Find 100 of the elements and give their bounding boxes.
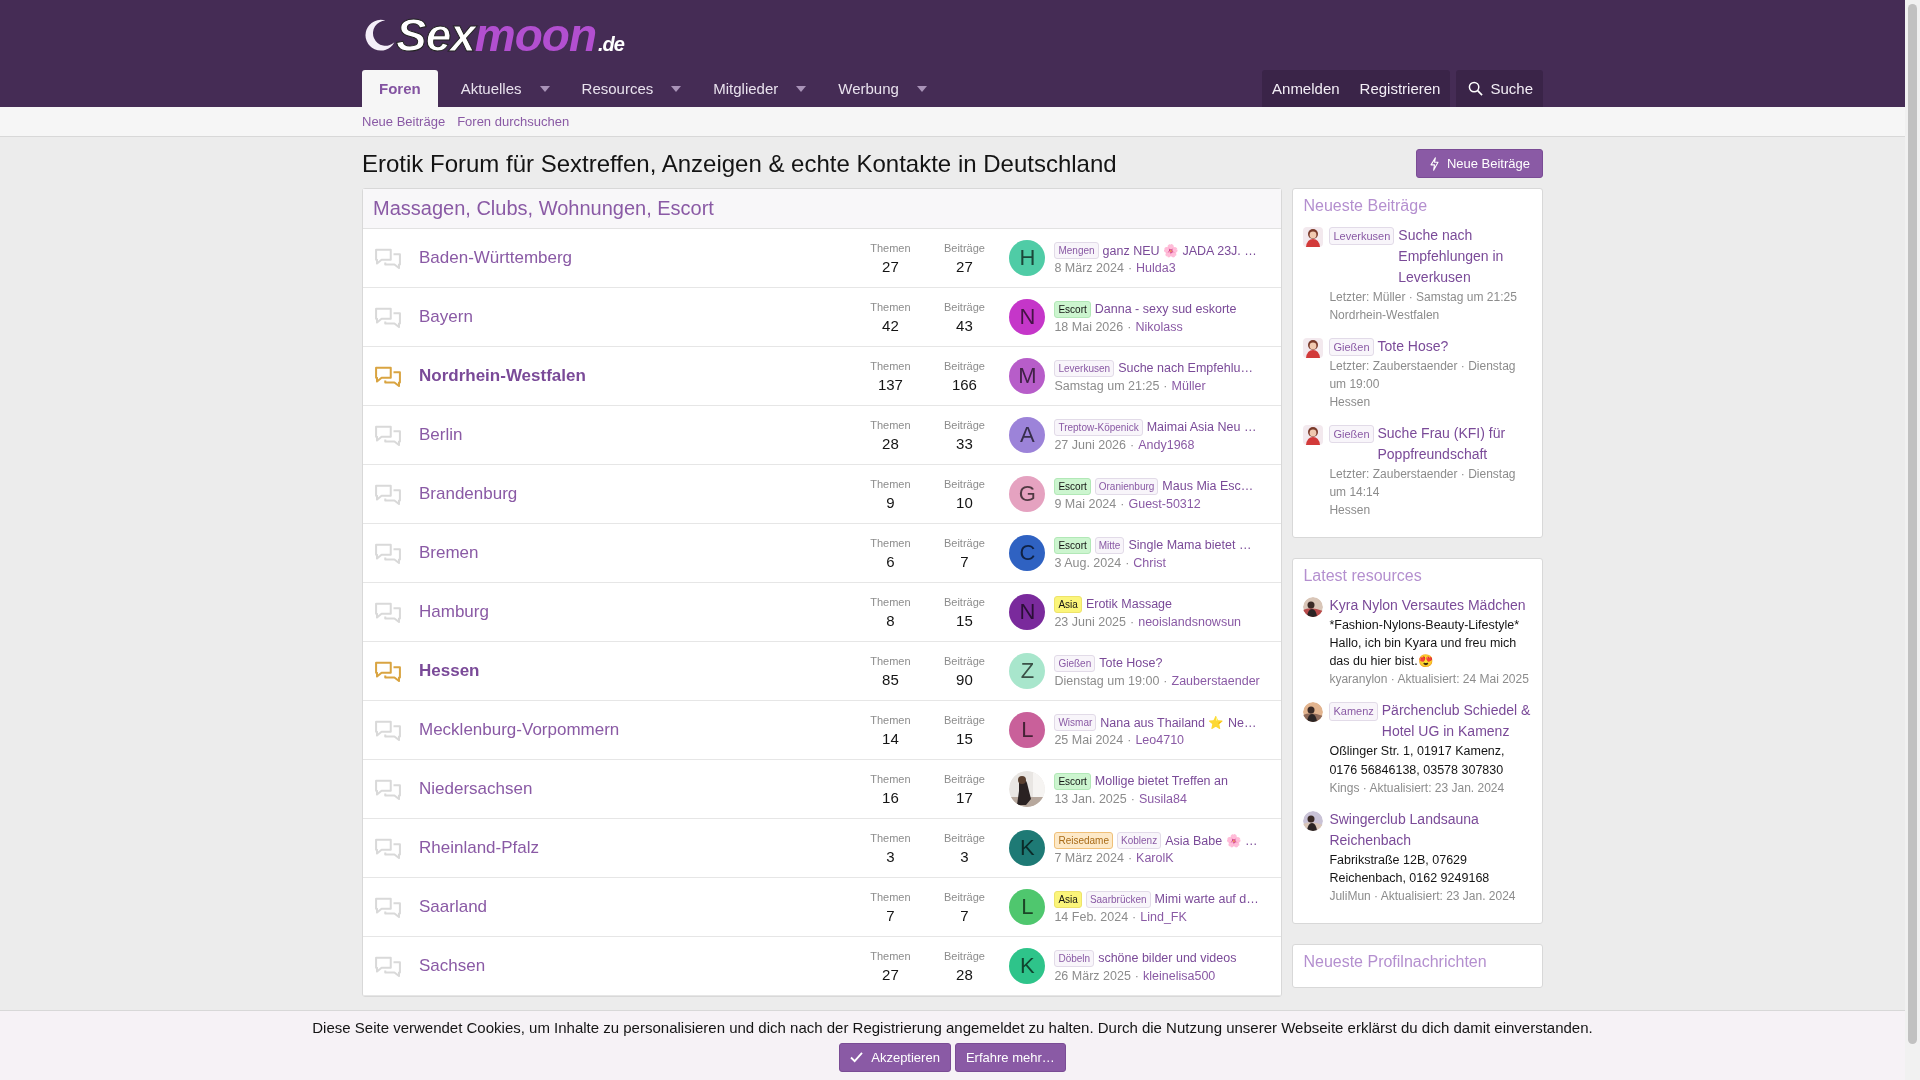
thread-tag[interactable]: Reisedame	[1054, 831, 1113, 849]
user-avatar[interactable]: L	[1009, 712, 1046, 748]
user-link[interactable]: Zauberstaender	[1171, 673, 1260, 688]
user-link[interactable]: Andy1968	[1138, 437, 1195, 452]
user-avatar[interactable]: A	[1009, 417, 1046, 453]
thread-tag[interactable]: Gießen	[1329, 425, 1374, 444]
thread-link[interactable]: Danna - sexy sud eskorte	[1094, 302, 1237, 316]
subnav-link[interactable]: Foren durchsuchen	[457, 114, 570, 129]
user-link[interactable]: Müller	[1171, 378, 1206, 393]
thread-tag[interactable]: Leverkusen	[1054, 359, 1115, 377]
widget-title[interactable]: Neueste Beiträge	[1303, 197, 1532, 215]
thread-link[interactable]: schöne bilder und videos	[1098, 951, 1237, 965]
thread-link[interactable]: Nana aus Thailand ⭐ Ne…	[1100, 714, 1257, 730]
thread-tag[interactable]: Döbeln	[1054, 949, 1095, 967]
thread-link[interactable]: Tote Hose?	[1099, 656, 1163, 670]
forum-link[interactable]: Hessen	[1329, 393, 1532, 411]
subnav-link[interactable]: Neue Beiträge	[362, 114, 446, 129]
user-avatar[interactable]: C	[1009, 535, 1046, 571]
thread-link[interactable]: Maus Mia Esc…	[1162, 479, 1254, 493]
resource-link[interactable]: Kyra Nylon Versautes Mädchen	[1329, 595, 1526, 616]
forum-link[interactable]: Bremen	[419, 543, 854, 563]
forum-link[interactable]: Saarland	[419, 897, 854, 917]
user-avatar[interactable]: L	[1009, 889, 1046, 925]
user-link[interactable]: Hulda3	[1136, 260, 1176, 275]
thread-link[interactable]: Suche Frau (KFI) für Poppfreundschaft	[1377, 423, 1532, 465]
user-link[interactable]: Christ	[1133, 555, 1166, 570]
thread-tag[interactable]: Asia	[1054, 595, 1082, 613]
user-link[interactable]: Guest-50312	[1128, 496, 1201, 511]
thread-tag[interactable]: Mengen	[1054, 241, 1099, 259]
thread-tag[interactable]: Escort	[1054, 536, 1091, 554]
separator-dot: ·	[1163, 673, 1168, 688]
scrollbar[interactable]	[1905, 0, 1920, 1080]
thread-tag[interactable]: Treptow-Köpenick	[1054, 418, 1143, 436]
thread-tag[interactable]: Mitte	[1094, 536, 1125, 554]
forum-link[interactable]: Hessen	[419, 661, 854, 681]
thread-link[interactable]: Asia Babe 🌸 …	[1165, 832, 1258, 848]
user-link[interactable]: Susila84	[1138, 791, 1187, 806]
user-avatar[interactable]: G	[1009, 476, 1046, 512]
thread-tag[interactable]: Asia	[1054, 890, 1082, 908]
thread-link[interactable]: Suche nach Empfehlungen in Leverkusen	[1398, 225, 1532, 288]
user-avatar[interactable]: M	[1009, 358, 1046, 394]
new-posts-button[interactable]: Neue Beiträge	[1415, 149, 1543, 178]
thread-link[interactable]: Single Mama bietet …	[1128, 538, 1252, 552]
forum-link[interactable]: Bayern	[419, 307, 854, 327]
forum-link[interactable]: Nordrhein-Westfalen	[419, 366, 854, 386]
thread-link[interactable]: Erotik Massage	[1085, 597, 1173, 611]
forum-link[interactable]: Niedersachsen	[419, 779, 854, 799]
user-link[interactable]: Nikolass	[1135, 319, 1183, 334]
thread-tag[interactable]: Saarbrücken	[1085, 890, 1151, 908]
thread-link[interactable]: Mollige bietet Treffen an	[1094, 774, 1228, 788]
widget-title[interactable]: Latest resources	[1303, 567, 1532, 585]
account-link[interactable]: Registrieren	[1349, 70, 1451, 107]
user-link[interactable]: neoislandsnowsun	[1138, 614, 1242, 629]
resource-link[interactable]: Swingerclub Landsauna Reichenbach	[1329, 808, 1532, 851]
resource-link[interactable]: Pärchenclub Schiedel & Hotel UG in Kamenz	[1381, 700, 1532, 743]
forum-link[interactable]: Berlin	[419, 425, 854, 445]
user-avatar[interactable]: K	[1009, 948, 1046, 984]
thread-tag[interactable]: Escort	[1054, 772, 1091, 790]
thread-tag[interactable]: Oranienburg	[1094, 477, 1159, 495]
user-link[interactable]: Lind_FK	[1140, 909, 1187, 924]
nav-tab[interactable]: Aktuelles	[445, 70, 567, 107]
forum-link[interactable]: Brandenburg	[419, 484, 854, 504]
thread-link[interactable]: Maimai Asia Neu …	[1146, 420, 1257, 434]
user-link[interactable]: KarolK	[1136, 850, 1174, 865]
forum-link[interactable]: Nordrhein-Westfalen	[1329, 306, 1532, 324]
forum-link[interactable]: Sachsen	[419, 956, 854, 976]
thread-tag[interactable]: Koblenz	[1117, 831, 1162, 849]
scrollbar-thumb[interactable]	[1908, 4, 1917, 1044]
thread-link[interactable]: Mimi warte auf d…	[1154, 892, 1259, 906]
learn-more-button[interactable]: Erfahre mehr…	[954, 1043, 1066, 1072]
nav-tab[interactable]: Werbung	[823, 70, 944, 107]
user-avatar[interactable]: N	[1009, 299, 1046, 335]
thread-tag[interactable]: Leverkusen	[1329, 227, 1395, 246]
thread-tag[interactable]: Gießen	[1054, 654, 1096, 672]
forum-link[interactable]: Baden-Württemberg	[419, 248, 854, 268]
thread-tag[interactable]: Wismar	[1054, 713, 1097, 731]
thread-link[interactable]: Tote Hose?	[1377, 336, 1449, 357]
thread-tag[interactable]: Escort	[1054, 477, 1091, 495]
user-avatar[interactable]: H	[1009, 240, 1046, 276]
forum-link[interactable]: Hessen	[1329, 501, 1532, 519]
account-link[interactable]: Anmelden	[1262, 70, 1350, 107]
thread-tag[interactable]: Gießen	[1329, 338, 1374, 357]
nav-tab[interactable]: Foren	[362, 70, 438, 107]
site-logo[interactable]: Sexmoon.de	[396, 12, 624, 58]
user-avatar[interactable]: K	[1009, 830, 1046, 866]
user-link[interactable]: kleinelisa500	[1143, 968, 1216, 983]
thread-tag[interactable]: Escort	[1054, 300, 1091, 318]
user-avatar[interactable]: Z	[1009, 653, 1046, 689]
accept-button[interactable]: Akzeptieren	[839, 1043, 951, 1072]
widget-title[interactable]: Neueste Profilnachrichten	[1303, 952, 1532, 971]
thread-link[interactable]: ganz NEU 🌸 JADA 23J. …	[1102, 242, 1257, 258]
search-button[interactable]: Suche	[1456, 70, 1543, 107]
forum-link[interactable]: Rheinland-Pfalz	[419, 838, 854, 858]
forum-link[interactable]: Mecklenburg-Vorpommern	[419, 720, 854, 740]
nav-tab[interactable]: Resources	[566, 70, 699, 107]
resource-tag[interactable]: Kamenz	[1329, 702, 1378, 721]
thread-link[interactable]: Suche nach Empfehlu…	[1118, 361, 1253, 375]
forum-link[interactable]: Hamburg	[419, 602, 854, 622]
user-link[interactable]: Leo4710	[1135, 732, 1185, 747]
nav-tab[interactable]: Mitglieder	[698, 70, 824, 107]
